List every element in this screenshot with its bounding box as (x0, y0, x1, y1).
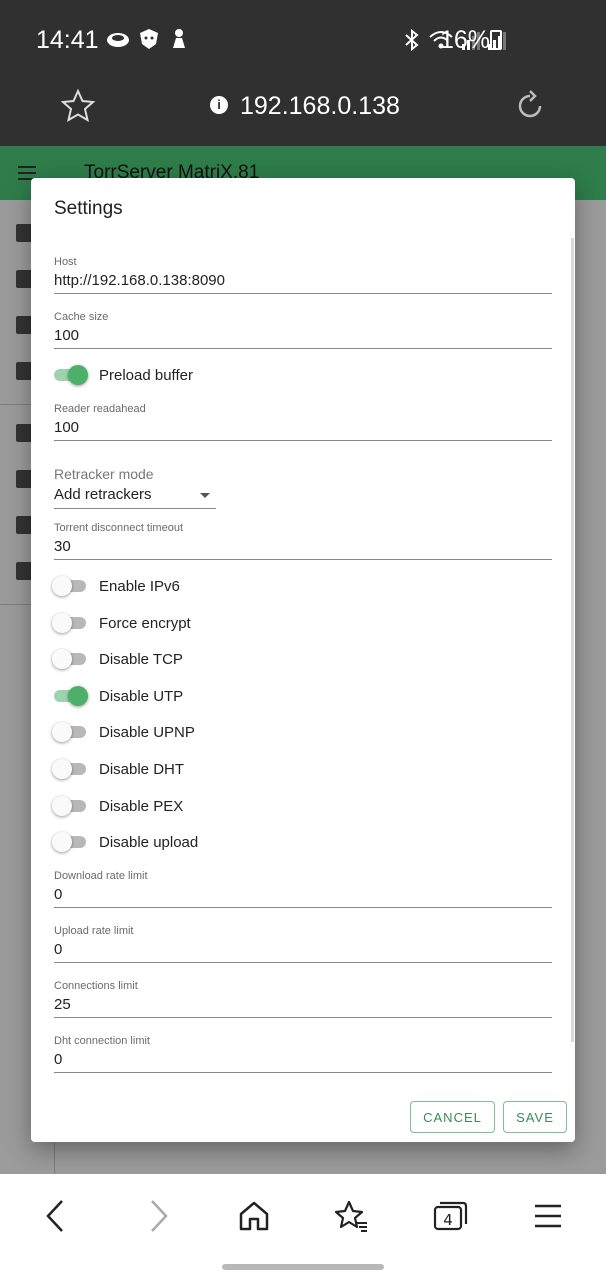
status-bar: 14:41 16% (0, 0, 606, 80)
torrent-disconnect-timeout-input[interactable]: 30 (54, 538, 552, 559)
tabs-button[interactable]: 4 (430, 1196, 470, 1236)
toggle-row-disable-tcp[interactable]: Disable TCP (52, 646, 183, 672)
home-button[interactable] (234, 1196, 274, 1236)
retracker-mode-label: Retracker mode (54, 466, 154, 482)
disable-pex-label: Disable PEX (99, 797, 184, 815)
reload-icon[interactable] (512, 88, 548, 124)
browser-url-bar: i 192.168.0.138 (0, 80, 606, 146)
back-button[interactable] (36, 1196, 76, 1236)
bookmarks-button[interactable] (331, 1196, 371, 1236)
disable-upnp-label: Disable UPNP (99, 723, 195, 741)
reader-readahead-input[interactable]: 100 (54, 419, 552, 440)
toggle-row-disable-upnp[interactable]: Disable UPNP (52, 719, 195, 745)
enable-ipv6-switch[interactable] (52, 573, 88, 599)
preload-buffer-label: Preload buffer (99, 366, 193, 384)
disable-utp-switch[interactable] (52, 683, 88, 709)
retracker-mode-value: Add retrackers (54, 486, 152, 503)
info-icon[interactable]: i (210, 96, 228, 114)
clock: 14:41 (36, 26, 99, 54)
download-rate-limit-input[interactable]: 0 (54, 886, 552, 907)
forward-arrow-icon (151, 1200, 168, 1232)
toggle-row-force-encrypt[interactable]: Force encrypt (52, 610, 191, 636)
cache-size-field[interactable]: Cache size 100 (54, 311, 552, 349)
forward-button[interactable] (138, 1196, 178, 1236)
disable-dht-switch[interactable] (52, 756, 88, 782)
scrollbar[interactable] (571, 238, 574, 1042)
hamburger-menu-icon (535, 1204, 561, 1228)
dht-connection-limit-input[interactable]: 0 (54, 1051, 552, 1072)
home-icon (239, 1201, 269, 1231)
dht-connection-limit-field[interactable]: Dht connection limit 0 (54, 1035, 552, 1073)
battery-percent: 16% (440, 26, 491, 54)
menu-button[interactable] (528, 1196, 568, 1236)
host-field[interactable]: Host http://192.168.0.138:8090 (54, 256, 552, 294)
force-encrypt-label: Force encrypt (99, 614, 191, 632)
toggle-row-enable-ipv6[interactable]: Enable IPv6 (52, 573, 180, 599)
dialog-title: Settings (54, 198, 123, 219)
back-arrow-icon (46, 1200, 63, 1232)
caret-down-icon (200, 493, 210, 498)
cache-size-label: Cache size (54, 311, 109, 323)
reader-readahead-field[interactable]: Reader readahead 100 (54, 403, 552, 441)
retracker-mode-dropdown[interactable]: Add retrackers (54, 486, 216, 509)
cloud-icon (107, 33, 129, 47)
toggle-row-disable-utp[interactable]: Disable UTP (52, 683, 183, 709)
toggle-row-disable-dht[interactable]: Disable DHT (52, 756, 184, 782)
dialog-actions: CANCEL SAVE (31, 1092, 575, 1142)
battery-icon (490, 30, 502, 50)
force-encrypt-switch[interactable] (52, 610, 88, 636)
upload-rate-limit-label: Upload rate limit (54, 925, 134, 937)
toggle-row-disable-upload[interactable]: Disable upload (52, 829, 198, 855)
connections-limit-label: Connections limit (54, 980, 138, 992)
bookmark-list-icon (334, 1200, 367, 1232)
figure-icon (173, 29, 185, 48)
torrent-disconnect-timeout-field[interactable]: Torrent disconnect timeout 30 (54, 522, 552, 560)
preload-buffer-switch[interactable] (52, 362, 88, 388)
disable-tcp-label: Disable TCP (99, 650, 183, 668)
disable-utp-label: Disable UTP (99, 687, 184, 705)
dht-connection-limit-label: Dht connection limit (54, 1035, 150, 1047)
upload-rate-limit-input[interactable]: 0 (54, 941, 552, 962)
save-button[interactable]: SAVE (503, 1101, 567, 1133)
disable-upload-label: Disable upload (99, 833, 199, 851)
toggle-row-disable-pex[interactable]: Disable PEX (52, 793, 183, 819)
cache-size-input[interactable]: 100 (54, 327, 552, 348)
bookmark-star-icon[interactable] (60, 88, 96, 124)
download-rate-limit-label: Download rate limit (54, 870, 148, 882)
shield-face-icon (140, 29, 158, 49)
preload-buffer-row[interactable]: Preload buffer (52, 362, 193, 388)
gesture-bar[interactable] (222, 1264, 384, 1270)
url-text[interactable]: 192.168.0.138 (240, 92, 400, 121)
disable-tcp-switch[interactable] (52, 646, 88, 672)
disable-upnp-switch[interactable] (52, 719, 88, 745)
cancel-button[interactable]: CANCEL (410, 1101, 495, 1133)
tabs-icon: 4 (433, 1201, 468, 1231)
tab-count: 4 (443, 1211, 453, 1229)
upload-rate-limit-field[interactable]: Upload rate limit 0 (54, 925, 552, 963)
host-label: Host (54, 256, 77, 268)
bluetooth-icon (405, 28, 419, 52)
disable-pex-switch[interactable] (52, 793, 88, 819)
host-input[interactable]: http://192.168.0.138:8090 (54, 272, 552, 293)
disable-upload-switch[interactable] (52, 829, 88, 855)
notification-icons (106, 28, 188, 50)
torrent-disconnect-timeout-label: Torrent disconnect timeout (54, 522, 184, 534)
settings-dialog: Settings Host http://192.168.0.138:8090 … (31, 178, 575, 1142)
connections-limit-input[interactable]: 25 (54, 996, 552, 1017)
download-rate-limit-field[interactable]: Download rate limit 0 (54, 870, 552, 908)
retracker-mode-select[interactable]: Retracker mode Add retrackers (54, 466, 216, 509)
connections-limit-field[interactable]: Connections limit 25 (54, 980, 552, 1018)
reader-readahead-label: Reader readahead (54, 403, 146, 415)
disable-dht-label: Disable DHT (99, 760, 185, 778)
enable-ipv6-label: Enable IPv6 (99, 577, 180, 595)
browser-bottom-nav: 4 (0, 1174, 606, 1280)
